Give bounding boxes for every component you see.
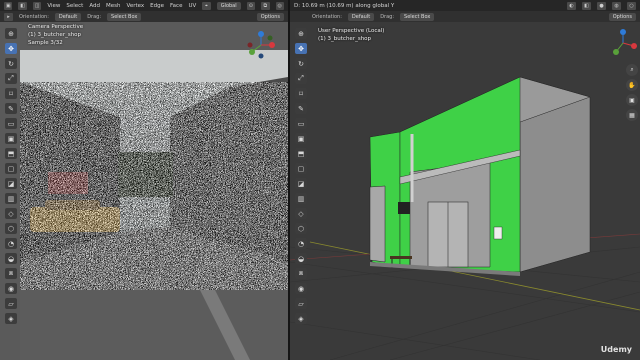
orientation-label-right: Orientation: — [312, 13, 342, 20]
orientation-dropdown[interactable]: Default — [54, 12, 82, 21]
measure-icon[interactable]: ▭ — [295, 118, 307, 129]
view-perspective-label: User Perspective (Local) — [318, 28, 385, 34]
rip-icon[interactable]: ◈ — [5, 313, 17, 324]
loopcut-icon[interactable]: ▥ — [295, 193, 307, 204]
pivot-icon[interactable]: ⊙ — [246, 1, 256, 10]
select-mode-icon[interactable]: ◫ — [32, 1, 42, 10]
solid-3d-viewport[interactable]: User Perspective (Local) (1) 3_butcher_s… — [290, 22, 640, 360]
rendered-scene-image — [0, 22, 288, 360]
loopcut-icon[interactable]: ▥ — [5, 193, 17, 204]
drag-label-right: Drag: — [380, 13, 395, 20]
left-viewport-pane: ▣ ◧ ◫ View Select Add Mesh Vertex Edge F… — [0, 0, 288, 360]
camera-icon[interactable]: ▣ — [626, 94, 638, 106]
shrink-icon[interactable]: ◉ — [295, 283, 307, 294]
udemy-watermark: Udemy — [600, 345, 632, 354]
proportional-edit-icon[interactable]: ◎ — [275, 1, 284, 10]
cursor-icon[interactable]: ⊕ — [295, 28, 307, 39]
left-toolbar: ⊕ ✥ ↻ ⤢ ⌑ ✎ ▭ ▣ ⬒ ▢ ◪ ▥ ◇ ⬡ ◔ ◒ ⧈ ◉ ▱ ◈ — [4, 28, 18, 324]
annotate-icon[interactable]: ✎ — [5, 103, 17, 114]
tool-settings-icon[interactable]: ▸ — [4, 12, 13, 21]
edge-slide-icon[interactable]: ⧈ — [295, 268, 307, 279]
bevel-icon[interactable]: ◪ — [295, 178, 307, 189]
transform-status-text: D: 10.69 m (10.69 m) along global Y — [294, 2, 395, 9]
rotate-icon[interactable]: ↻ — [5, 58, 17, 69]
pan-hand-icon[interactable]: ✋ — [626, 79, 638, 91]
options-dropdown-right[interactable]: Options — [608, 12, 636, 21]
menu-face[interactable]: Face — [170, 3, 182, 9]
add-cube-icon[interactable]: ▣ — [295, 133, 307, 144]
move-icon[interactable]: ✥ — [5, 43, 17, 54]
rotate-icon[interactable]: ↻ — [295, 58, 307, 69]
drag-dropdown[interactable]: Select Box — [107, 12, 142, 21]
right-header-tool-settings: Orientation: Default Drag: Select Box Op… — [290, 11, 640, 22]
snap-icon[interactable]: ⧉ — [261, 1, 270, 10]
transform-icon[interactable]: ⌑ — [295, 88, 307, 99]
polybuild-icon[interactable]: ⬡ — [5, 223, 17, 234]
menu-mesh[interactable]: Mesh — [106, 3, 120, 9]
left-header-menu: ▣ ◧ ◫ View Select Add Mesh Vertex Edge F… — [0, 0, 288, 11]
menu-view[interactable]: View — [47, 3, 60, 9]
transform-icon[interactable]: ⌑ — [5, 88, 17, 99]
knife-icon[interactable]: ◇ — [295, 208, 307, 219]
inset-icon[interactable]: ▢ — [5, 163, 17, 174]
viewport-overlay-icon[interactable]: ◐ — [567, 1, 576, 10]
rip-icon[interactable]: ◈ — [295, 313, 307, 324]
shading-solid-icon[interactable]: ● — [597, 1, 606, 10]
shrink-icon[interactable]: ◉ — [5, 283, 17, 294]
render-sample-label: Sample 3/32 — [28, 40, 63, 46]
camera-render-viewport[interactable]: Camera Perspective (1) 3_butcher_shop Sa… — [0, 22, 288, 360]
add-cube-icon[interactable]: ▣ — [5, 133, 17, 144]
menu-vertex[interactable]: Vertex — [126, 3, 144, 9]
transform-orientation-icon[interactable]: ⌖ — [202, 1, 211, 10]
measure-icon[interactable]: ▭ — [5, 118, 17, 129]
grid-icon[interactable]: ▦ — [626, 109, 638, 121]
smooth-icon[interactable]: ◒ — [5, 253, 17, 264]
extrude-icon[interactable]: ⬒ — [295, 148, 307, 159]
drag-dropdown-right[interactable]: Select Box — [400, 12, 435, 21]
transform-orientation-dropdown[interactable]: Global — [216, 1, 241, 10]
menu-edge[interactable]: Edge — [150, 3, 164, 9]
menu-add[interactable]: Add — [89, 3, 100, 9]
extrude-icon[interactable]: ⬒ — [5, 148, 17, 159]
menu-select[interactable]: Select — [66, 3, 83, 9]
camera-perspective-label: Camera Perspective — [28, 24, 84, 30]
scale-icon[interactable]: ⤢ — [295, 73, 307, 84]
move-icon[interactable]: ✥ — [295, 43, 307, 54]
mode-icon[interactable]: ◧ — [18, 1, 27, 10]
viewport-nav-buttons: ⌕ ✋ ▣ ▦ — [626, 64, 638, 121]
smooth-icon[interactable]: ◒ — [295, 253, 307, 264]
spin-icon[interactable]: ◔ — [5, 238, 17, 249]
polybuild-icon[interactable]: ⬡ — [295, 223, 307, 234]
shading-rendered-icon[interactable]: ○ — [627, 1, 636, 10]
menu-uv[interactable]: UV — [188, 3, 196, 9]
butcher-shop-model — [290, 76, 640, 360]
spin-icon[interactable]: ◔ — [295, 238, 307, 249]
shear-icon[interactable]: ▱ — [5, 298, 17, 309]
object-name-label: (1) 3_butcher_shop — [28, 32, 82, 38]
scale-icon[interactable]: ⤢ — [5, 73, 17, 84]
right-toolbar: ⊕ ✥ ↻ ⤢ ⌑ ✎ ▭ ▣ ⬒ ▢ ◪ ▥ ◇ ⬡ ◔ ◒ ⧈ ◉ ▱ ◈ — [294, 28, 308, 324]
edge-slide-icon[interactable]: ⧈ — [5, 268, 17, 279]
orientation-label: Orientation: — [19, 13, 49, 20]
bevel-icon[interactable]: ◪ — [5, 178, 17, 189]
shear-icon[interactable]: ▱ — [295, 298, 307, 309]
cursor-icon[interactable]: ⊕ — [5, 28, 17, 39]
right-viewport-pane: D: 10.69 m (10.69 m) along global Y ◐ ◧ … — [290, 0, 640, 360]
shading-material-icon[interactable]: ◍ — [612, 1, 621, 10]
navigation-gizmo-right[interactable] — [608, 28, 638, 58]
drag-label: Drag: — [87, 13, 102, 20]
left-header-tool-settings: ▸ Orientation: Default Drag: Select Box … — [0, 11, 288, 22]
xray-icon[interactable]: ◧ — [582, 1, 591, 10]
inset-icon[interactable]: ▢ — [295, 163, 307, 174]
navigation-gizmo[interactable] — [246, 30, 276, 60]
orientation-dropdown-right[interactable]: Default — [347, 12, 375, 21]
options-dropdown[interactable]: Options — [256, 12, 284, 21]
zoom-icon[interactable]: ⌕ — [626, 64, 638, 76]
editor-type-icon[interactable]: ▣ — [4, 1, 13, 10]
knife-icon[interactable]: ◇ — [5, 208, 17, 219]
annotate-icon[interactable]: ✎ — [295, 103, 307, 114]
object-name-label-right: (1) 3_butcher_shop — [318, 36, 372, 42]
right-header-status: D: 10.69 m (10.69 m) along global Y ◐ ◧ … — [290, 0, 640, 11]
